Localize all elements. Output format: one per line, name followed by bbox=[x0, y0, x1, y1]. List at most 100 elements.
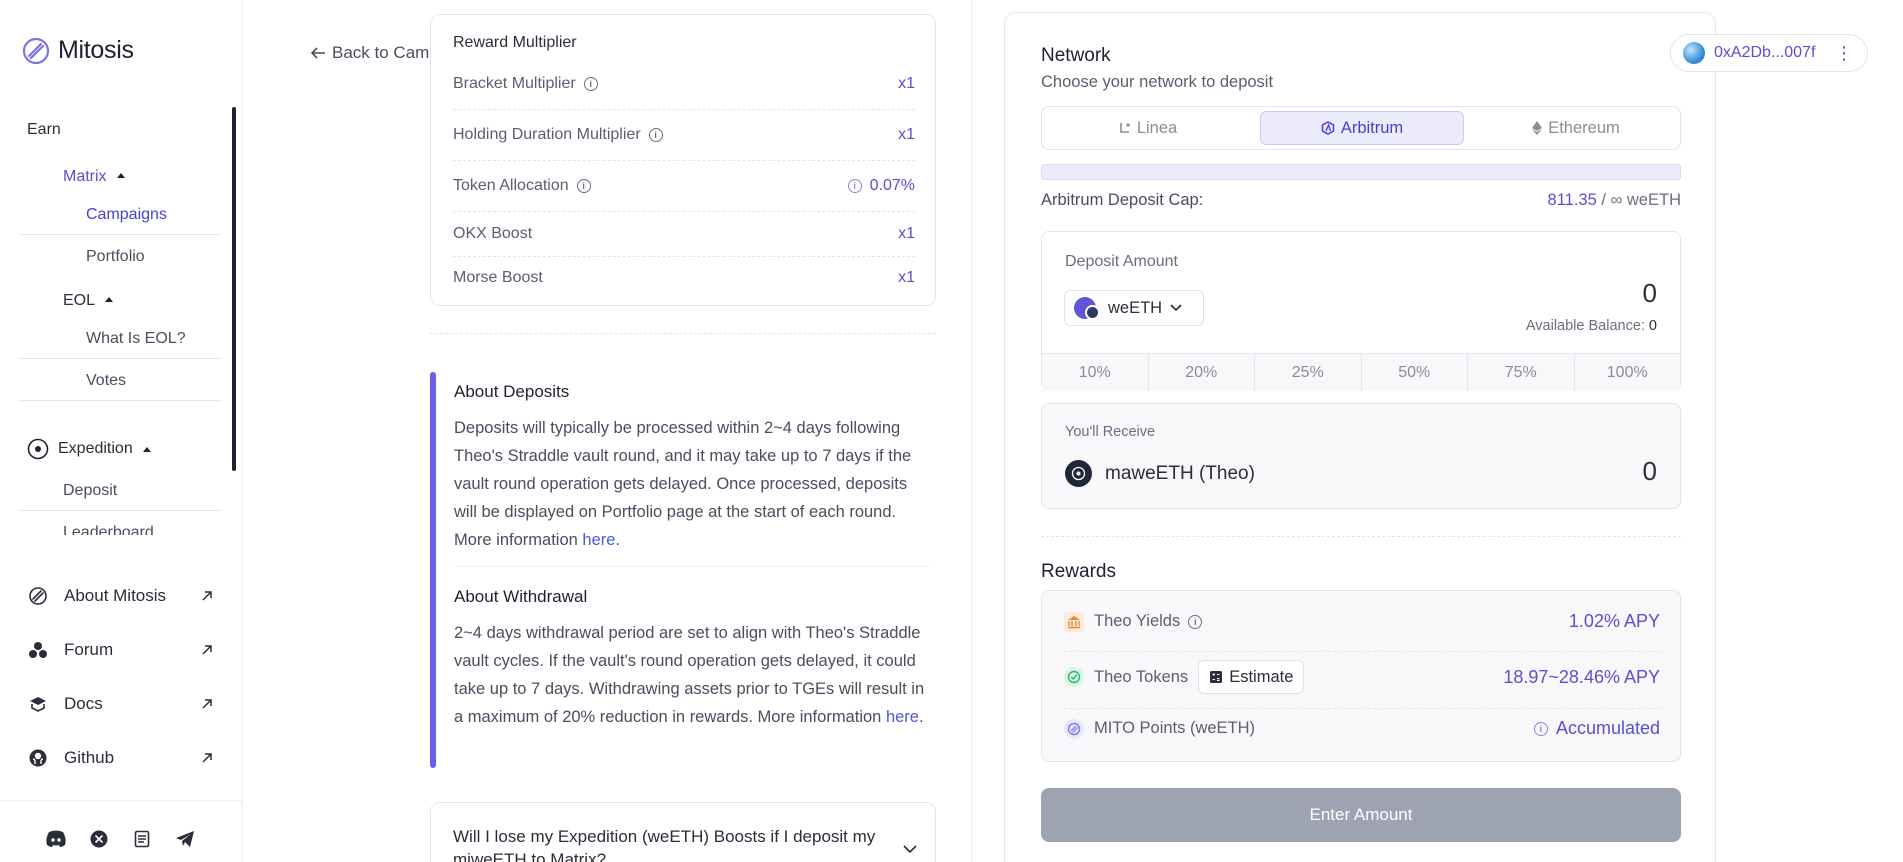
sidebar-item-leaderboard[interactable]: Leaderboard bbox=[63, 524, 154, 535]
arrow-up-right-icon bbox=[202, 591, 212, 601]
x-icon[interactable] bbox=[90, 830, 108, 848]
multiplier-row: Bracket Multiplier i x1 bbox=[453, 75, 915, 93]
divider bbox=[1064, 651, 1660, 652]
reward-value-wrap: i Accumulated bbox=[1533, 718, 1660, 739]
more-info-link[interactable]: here bbox=[886, 708, 919, 726]
tab-ethereum[interactable]: Ethereum bbox=[1474, 111, 1678, 145]
divider bbox=[453, 211, 915, 212]
accent-bar bbox=[430, 372, 436, 768]
estimate-button[interactable]: Estimate bbox=[1198, 660, 1305, 694]
column-divider bbox=[971, 0, 972, 862]
arrow-up-right-icon bbox=[202, 699, 212, 709]
sidebar-scrollbar[interactable] bbox=[232, 107, 236, 471]
info-icon[interactable]: i bbox=[1533, 721, 1548, 736]
sidebar-item-eol[interactable]: EOL bbox=[63, 292, 114, 310]
more-vertical-icon[interactable]: ⋮ bbox=[1835, 44, 1853, 62]
divider bbox=[453, 160, 915, 161]
sidebar-item-earn[interactable]: Earn bbox=[27, 121, 61, 139]
percent-button-10[interactable]: 10% bbox=[1042, 354, 1149, 391]
arrow-left-icon bbox=[310, 47, 325, 59]
sidebar-item-portfolio[interactable]: Portfolio bbox=[86, 248, 145, 266]
token-select-label: weETH bbox=[1108, 298, 1163, 317]
percent-button-20[interactable]: 20% bbox=[1148, 354, 1255, 391]
multiplier-value: x1 bbox=[898, 126, 915, 143]
percent-button-50[interactable]: 50% bbox=[1361, 354, 1468, 391]
rewards-box: Theo Yields i 1.02% APY Theo Tokens Esti… bbox=[1041, 590, 1681, 762]
about-withdrawal-text: 2~4 days withdrawal period are set to al… bbox=[454, 619, 930, 731]
divider bbox=[18, 510, 222, 511]
discord-icon[interactable] bbox=[45, 830, 67, 848]
calculator-icon bbox=[1210, 671, 1223, 683]
card-title: Reward Multiplier bbox=[453, 34, 577, 51]
sidebar-item-what-is-eol[interactable]: What Is EOL? bbox=[86, 330, 186, 348]
info-icon[interactable]: i bbox=[648, 128, 663, 142]
receive-token: maweETH (Theo) bbox=[1065, 460, 1255, 487]
token-select[interactable]: weETH bbox=[1064, 290, 1204, 326]
theo-token-icon bbox=[1065, 460, 1092, 487]
info-icon[interactable]: i bbox=[583, 77, 598, 91]
sidebar-item-matrix[interactable]: Matrix bbox=[63, 168, 125, 186]
sidebar-link-label: About Mitosis bbox=[64, 586, 167, 605]
expedition-icon bbox=[27, 438, 49, 460]
deposit-amount-box: Deposit Amount weETH 0 Available Balance… bbox=[1041, 231, 1681, 391]
wallet-avatar bbox=[1683, 42, 1705, 64]
caret-up-icon bbox=[105, 297, 114, 302]
weeth-token-icon bbox=[1074, 297, 1100, 320]
percent-button-25[interactable]: 25% bbox=[1255, 354, 1362, 391]
reward-label: Theo Yields bbox=[1094, 612, 1181, 630]
faq-item[interactable]: Will I lose my Expedition (weETH) Boosts… bbox=[430, 802, 936, 862]
more-info-link[interactable]: here bbox=[582, 531, 615, 549]
paragraph-text: Deposits will typically be processed wit… bbox=[454, 419, 912, 549]
sidebar-link-docs[interactable]: Docs bbox=[28, 694, 214, 714]
deposit-cap-bar bbox=[1041, 164, 1681, 180]
percent-button-75[interactable]: 75% bbox=[1468, 354, 1575, 391]
tab-label: Linea bbox=[1136, 118, 1178, 137]
receive-amount: 0 bbox=[1642, 456, 1657, 486]
multiplier-value: x1 bbox=[898, 269, 915, 286]
sidebar-item-label: Expedition bbox=[58, 440, 133, 457]
multiplier-value: 0.07% bbox=[869, 177, 915, 194]
arbitrum-icon bbox=[1321, 121, 1335, 135]
sidebar-link-about-mitosis[interactable]: About Mitosis bbox=[28, 586, 214, 606]
chevron-down-icon bbox=[1170, 304, 1182, 312]
sidebar-item-expedition[interactable]: Expedition bbox=[27, 438, 151, 460]
tab-label: Arbitrum bbox=[1340, 118, 1404, 137]
multiplier-label: Token Allocation bbox=[453, 177, 569, 194]
tab-linea[interactable]: Linea bbox=[1046, 111, 1250, 145]
tab-arbitrum[interactable]: Arbitrum bbox=[1260, 111, 1464, 145]
enter-amount-button[interactable]: Enter Amount bbox=[1041, 788, 1681, 842]
info-icon[interactable]: i bbox=[847, 179, 862, 193]
divider bbox=[18, 400, 222, 401]
estimate-button-label: Estimate bbox=[1229, 667, 1294, 686]
reward-value: 1.02% APY bbox=[1568, 611, 1660, 631]
network-title: Network bbox=[1041, 45, 1111, 66]
percent-button-100[interactable]: 100% bbox=[1574, 354, 1680, 391]
info-icon[interactable]: i bbox=[1188, 614, 1203, 629]
receive-label: You'll Receive bbox=[1065, 424, 1156, 440]
sidebar-link-forum[interactable]: Forum bbox=[28, 640, 214, 660]
linea-icon bbox=[1120, 123, 1130, 133]
brand[interactable]: Mitosis bbox=[22, 36, 134, 65]
divider bbox=[1064, 708, 1660, 709]
deposit-amount-input[interactable]: 0 bbox=[1643, 278, 1657, 309]
mitosis-logo-icon bbox=[22, 37, 50, 64]
sidebar-item-deposit[interactable]: Deposit bbox=[63, 482, 117, 500]
document-icon[interactable] bbox=[133, 830, 151, 848]
wallet-button[interactable]: 0xA2Db...007f ⋮ bbox=[1670, 34, 1868, 72]
docs-icon bbox=[30, 697, 46, 712]
reward-multiplier-card: Reward Multiplier Bracket Multiplier i x1… bbox=[430, 14, 936, 306]
reward-label: MITO Points (weETH) bbox=[1094, 719, 1256, 737]
arrow-up-right-icon bbox=[202, 753, 212, 763]
sidebar-link-github[interactable]: Github bbox=[28, 748, 214, 768]
telegram-icon[interactable] bbox=[175, 830, 195, 848]
arrow-up-right-icon bbox=[202, 645, 212, 655]
multiplier-label: Bracket Multiplier bbox=[453, 75, 576, 92]
forum-icon bbox=[29, 642, 47, 658]
divider bbox=[18, 358, 222, 359]
multiplier-row: OKX Boost x1 bbox=[453, 225, 915, 243]
info-icon[interactable]: i bbox=[576, 179, 591, 193]
punctuation: . bbox=[918, 708, 924, 726]
wallet-address: 0xA2Db...007f bbox=[1714, 44, 1816, 61]
sidebar-item-votes[interactable]: Votes bbox=[86, 372, 126, 390]
sidebar-item-campaigns[interactable]: Campaigns bbox=[86, 206, 167, 224]
